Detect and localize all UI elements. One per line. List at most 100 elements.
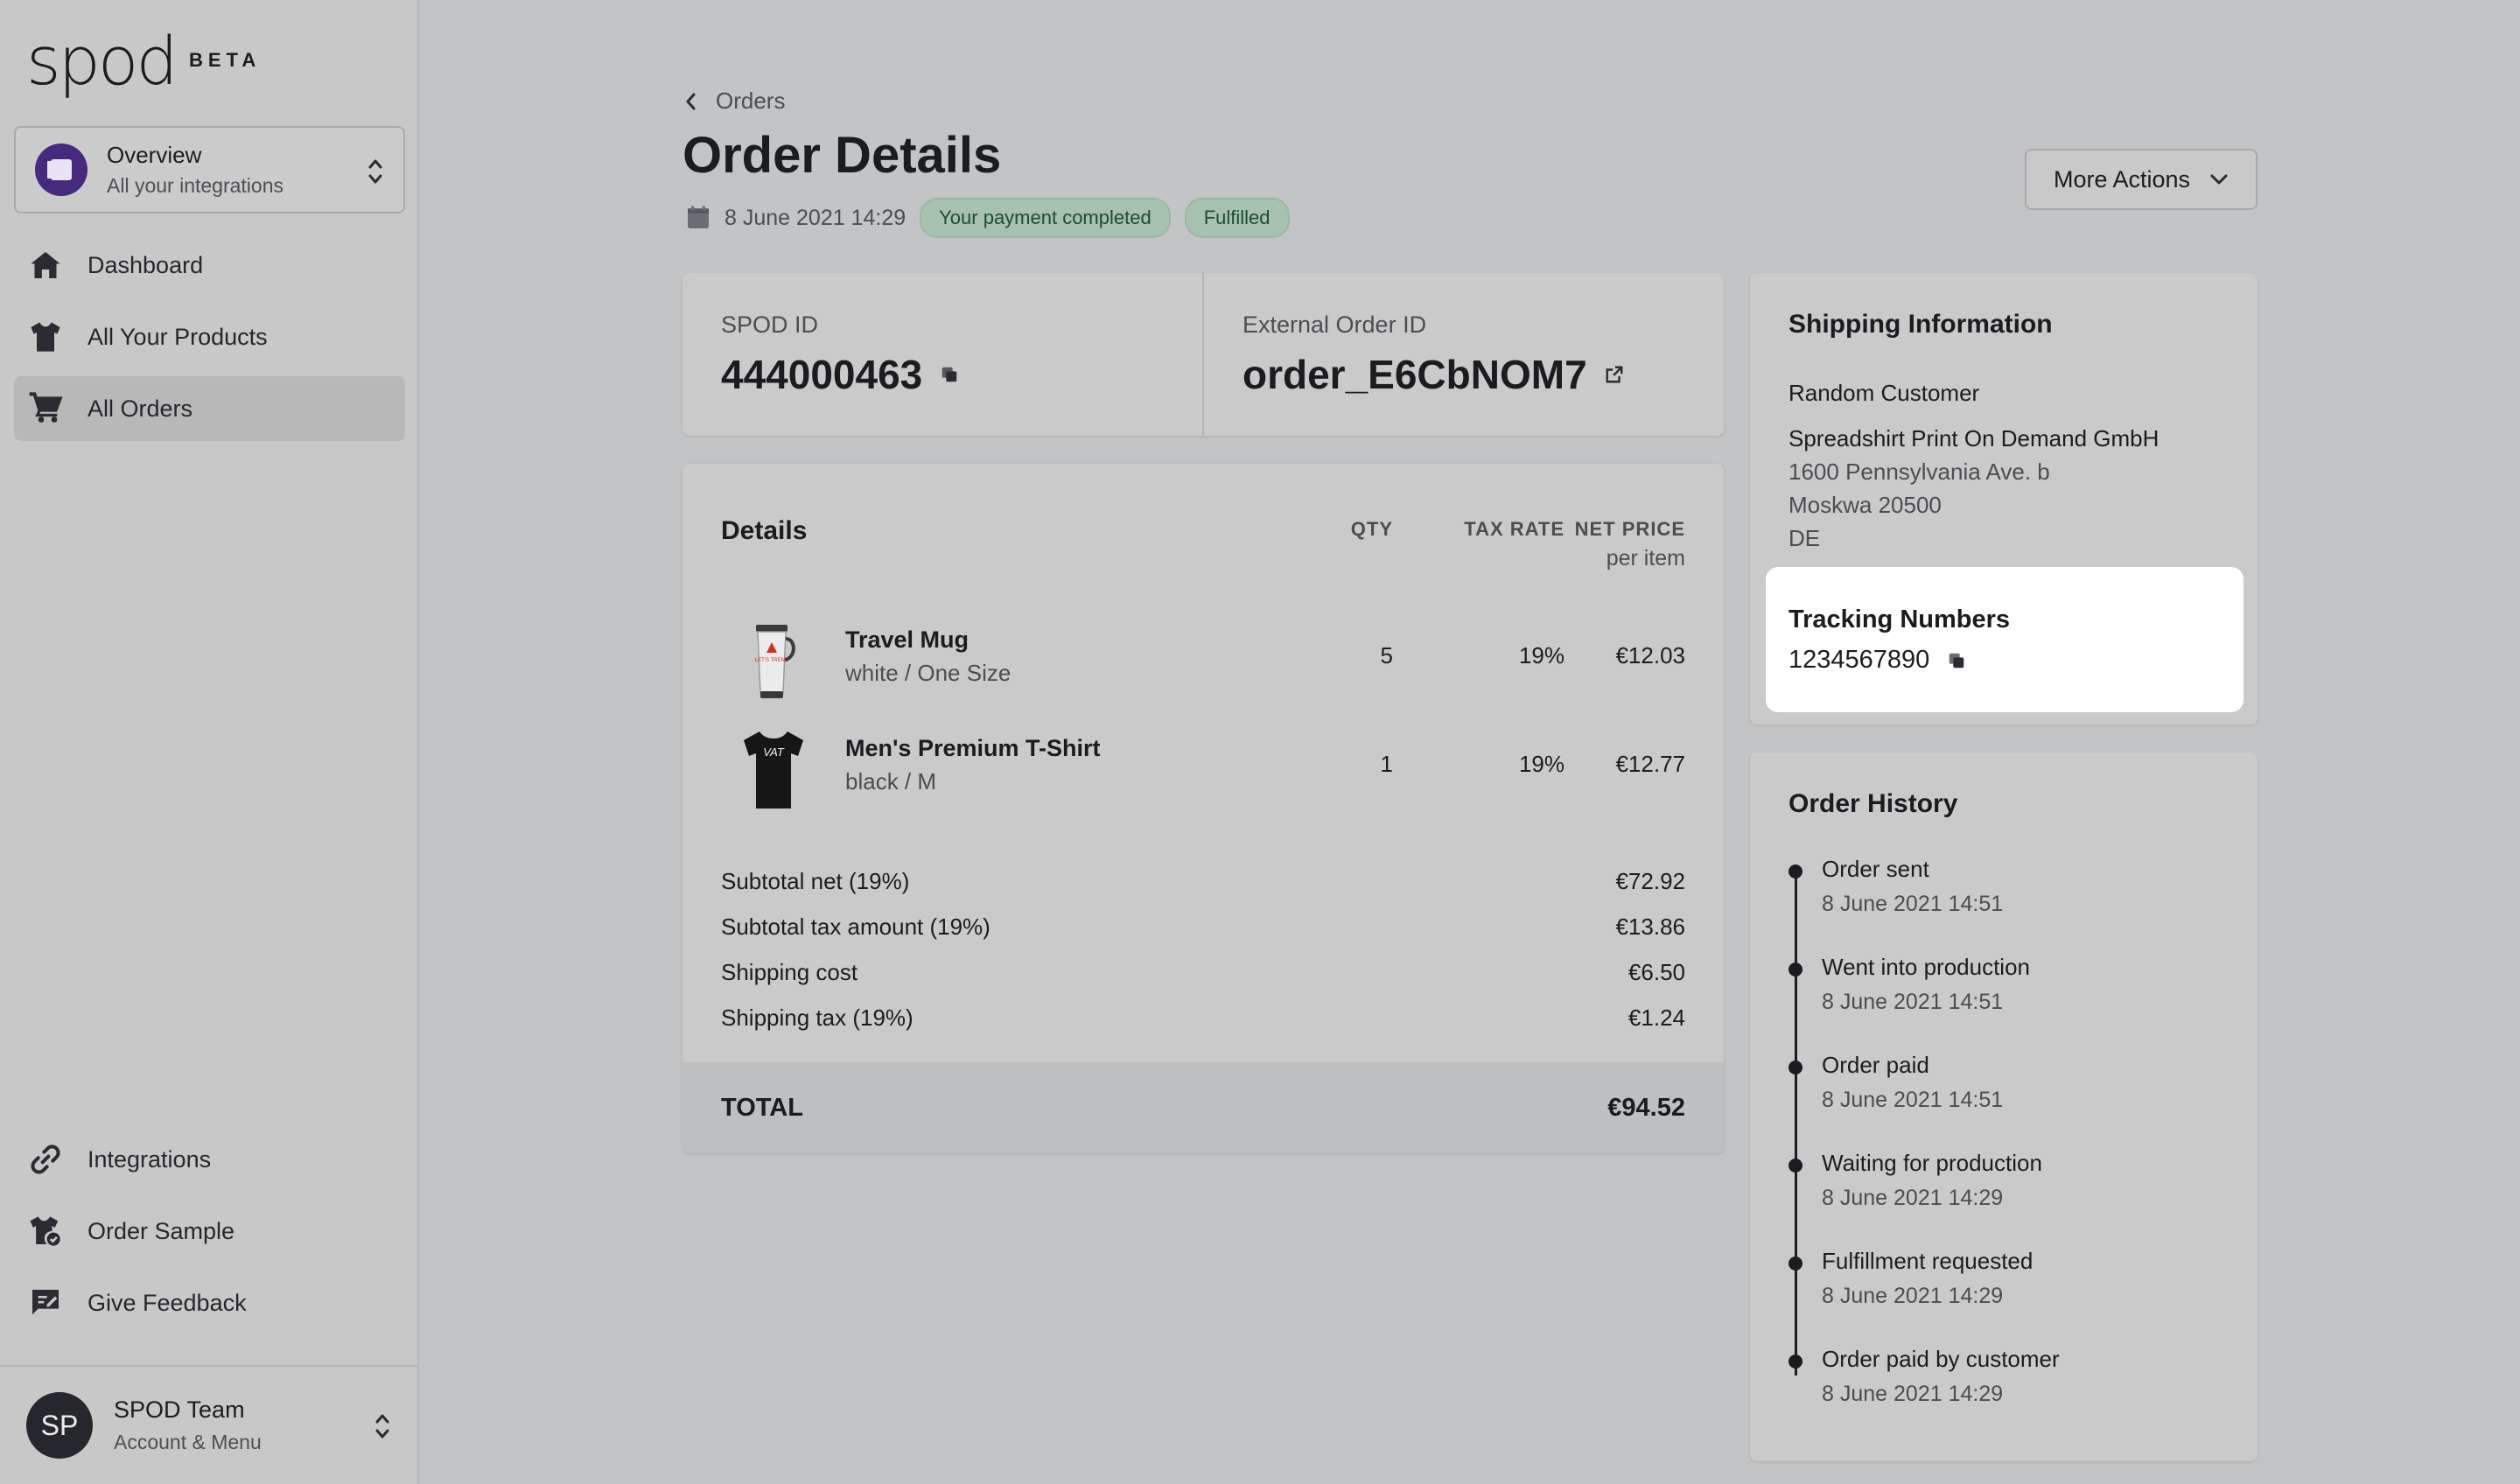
- cart-icon: [29, 392, 63, 423]
- total-row: TOTAL €94.52: [682, 1062, 1724, 1153]
- nav-item-label: All Orders: [88, 395, 193, 422]
- more-actions-button[interactable]: More Actions: [2025, 149, 2258, 210]
- line-item[interactable]: VAT Men's Premium T-Shirt black / M 1 19…: [721, 726, 1685, 814]
- nav-item-integrations[interactable]: Integrations: [14, 1127, 405, 1192]
- account-menu[interactable]: SP SPOD Team Account & Menu: [0, 1365, 417, 1484]
- spod-id-value: 444000463: [721, 352, 923, 397]
- tshirt-icon: [31, 322, 60, 352]
- event-title: Order paid by customer: [1822, 1346, 2060, 1372]
- nav-item-dashboard[interactable]: Dashboard: [14, 233, 405, 298]
- timeline-dot: [1788, 1060, 1802, 1074]
- summary-row-subtotal-tax: Subtotal tax amount (19%) €13.86: [721, 914, 1685, 941]
- travel-mug-thumbnail: LET'S TREND: [755, 625, 795, 698]
- line-item[interactable]: LET'S TREND Travel Mug white / One Size …: [721, 618, 1685, 705]
- summary-row-shipping-tax: Shipping tax (19%) €1.24: [721, 1004, 1685, 1032]
- qty-column-header: QTY: [1350, 518, 1393, 540]
- nav-item-order-sample[interactable]: Order Sample: [14, 1199, 405, 1264]
- external-link-icon[interactable]: [1605, 365, 1624, 384]
- nav-item-feedback[interactable]: Give Feedback: [14, 1270, 405, 1335]
- address-street: 1600 Pennsylvania Ave. b: [1788, 458, 2050, 485]
- feedback-icon: [32, 1290, 59, 1315]
- address-city: Moskwa 20500: [1788, 492, 1942, 518]
- event-title: Waiting for production: [1822, 1150, 2042, 1176]
- event-time: 8 June 2021 14:29: [1822, 1382, 2004, 1406]
- timeline-dot: [1788, 1256, 1802, 1270]
- item-net-price: €12.77: [1615, 751, 1685, 777]
- link-icon: [31, 1144, 60, 1174]
- account-name: SPOD Team: [114, 1396, 245, 1423]
- tshirt-print-text: VAT: [763, 746, 785, 759]
- chevron-down-icon: [2210, 174, 2228, 185]
- primary-nav: Dashboard All Your Products All Orders: [14, 233, 405, 448]
- history-event: Order paid 8 June 2021 14:51: [1788, 1052, 2244, 1113]
- shipping-info-card: Shipping Information Random Customer Spr…: [1750, 273, 2258, 724]
- summary-row-shipping-cost: Shipping cost €6.50: [721, 959, 1685, 986]
- integration-switcher[interactable]: Overview All your integrations: [14, 126, 405, 214]
- order-history-card: Order History Order sent 8 June 2021 14:…: [1750, 752, 2258, 1461]
- item-name: Men's Premium T-Shirt: [845, 735, 1101, 761]
- item-variant: black / M: [845, 768, 937, 794]
- event-title: Order sent: [1822, 856, 1929, 882]
- secondary-nav: Integrations Order Sample Give Feedback: [14, 1127, 405, 1342]
- home-icon: [31, 252, 60, 278]
- summary-label: Shipping cost: [721, 959, 858, 985]
- history-event: Waiting for production 8 June 2021 14:29: [1788, 1150, 2244, 1211]
- history-event: Went into production 8 June 2021 14:51: [1788, 954, 2244, 1015]
- timeline-dot: [1788, 864, 1802, 878]
- order-meta: 8 June 2021 14:29 Your payment completed…: [684, 198, 1290, 238]
- event-title: Order paid: [1822, 1052, 1929, 1078]
- summary-value: €6.50: [1628, 959, 1685, 985]
- spod-logo[interactable]: spod: [26, 24, 178, 94]
- event-time: 8 June 2021 14:51: [1822, 892, 2004, 916]
- mug-print-text: LET'S TREND: [755, 658, 789, 663]
- event-time: 8 June 2021 14:29: [1822, 1186, 2004, 1210]
- nav-item-products[interactable]: All Your Products: [14, 304, 405, 369]
- timeline-dot: [1788, 962, 1802, 976]
- shipping-title: Shipping Information: [1788, 310, 2053, 339]
- beta-label: BETA: [189, 49, 262, 71]
- total-value: €94.52: [1607, 1093, 1685, 1122]
- chevron-updown-icon: [375, 1414, 389, 1438]
- item-net-price: €12.03: [1615, 642, 1685, 668]
- tshirt-thumbnail: VAT: [744, 732, 803, 808]
- item-qty: 5: [1380, 642, 1393, 668]
- timeline-dot: [1788, 1158, 1802, 1172]
- history-event: Order sent 8 June 2021 14:51: [1788, 856, 2244, 917]
- details-title: Details: [721, 516, 808, 545]
- nav-item-orders[interactable]: All Orders: [14, 376, 405, 441]
- address-country: DE: [1788, 525, 1821, 551]
- switcher-subtitle: All your integrations: [107, 174, 284, 197]
- nav-item-label: Integrations: [88, 1145, 212, 1172]
- event-time: 8 June 2021 14:51: [1822, 1088, 2004, 1112]
- item-name: Travel Mug: [845, 626, 970, 653]
- nav-item-label: Give Feedback: [88, 1289, 247, 1316]
- nav-item-label: Dashboard: [88, 251, 204, 278]
- page-title: Order Details: [682, 127, 1002, 184]
- external-id-value: order_E6CbNOM7: [1242, 352, 1587, 397]
- summary-row-subtotal-net: Subtotal net (19%) €72.92: [721, 868, 1685, 895]
- account-subtitle: Account & Menu: [114, 1431, 262, 1453]
- copy-icon[interactable]: [940, 365, 959, 384]
- nav-item-label: Order Sample: [88, 1217, 235, 1244]
- summary-label: Shipping tax (19%): [721, 1004, 914, 1031]
- sidebar: spod BETA Overview All your integrations…: [0, 0, 419, 1484]
- breadcrumb-label: Orders: [716, 88, 786, 114]
- order-ids-card: SPOD ID 444000463 External Order ID orde…: [682, 273, 1724, 436]
- history-event: Fulfillment requested 8 June 2021 14:29: [1788, 1248, 2244, 1309]
- more-actions-label: More Actions: [2053, 165, 2191, 192]
- copy-icon[interactable]: [1947, 651, 1966, 670]
- net-price-subheader: per item: [1606, 546, 1685, 570]
- tracking-number[interactable]: 1234567890: [1788, 646, 1929, 675]
- event-title: Fulfillment requested: [1822, 1248, 2034, 1274]
- order-date: 8 June 2021 14:29: [724, 205, 906, 230]
- spod-id-label: SPOD ID: [721, 312, 819, 338]
- event-time: 8 June 2021 14:51: [1822, 990, 2004, 1014]
- tracking-title: Tracking Numbers: [1788, 606, 2011, 634]
- tracking-numbers-panel: Tracking Numbers 1234567890: [1766, 567, 2244, 712]
- sample-icon: [30, 1216, 60, 1246]
- avatar: SP: [26, 1392, 93, 1459]
- summary-value: €1.24: [1628, 1004, 1685, 1031]
- breadcrumb[interactable]: Orders: [684, 88, 785, 115]
- total-label: TOTAL: [721, 1093, 803, 1122]
- payment-status-badge: Your payment completed: [920, 198, 1171, 238]
